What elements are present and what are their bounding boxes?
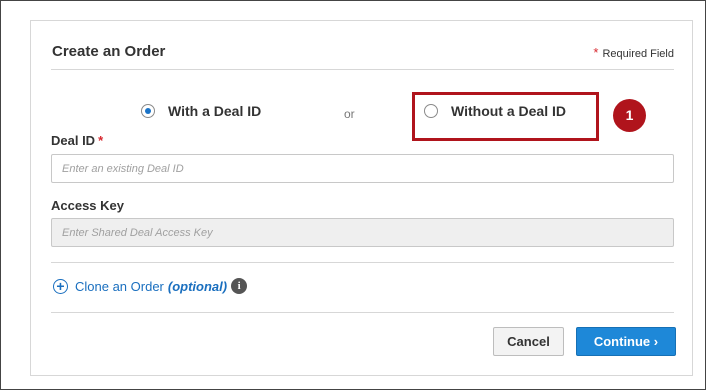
continue-button-label: Continue (593, 334, 651, 349)
deal-id-input[interactable] (51, 154, 674, 183)
chevron-right-icon: › (653, 334, 659, 349)
deal-id-label-text: Deal ID (51, 133, 96, 148)
divider (51, 69, 674, 70)
deal-id-required-star: * (98, 133, 104, 148)
highlight-box (412, 92, 599, 141)
access-key-label: Access Key (51, 198, 124, 213)
radio-with-deal-id[interactable]: With a Deal ID (141, 103, 261, 119)
clone-order-link[interactable]: + Clone an Order (optional) i (53, 278, 248, 294)
or-separator: or (344, 107, 355, 121)
continue-button[interactable]: Continue › (576, 327, 676, 356)
access-key-input (51, 218, 674, 247)
step-callout-badge: 1 (613, 99, 646, 132)
info-icon[interactable]: i (231, 278, 248, 294)
cancel-button[interactable]: Cancel (493, 327, 564, 356)
page-title: Create an Order (52, 43, 166, 60)
plus-circle-icon: + (53, 278, 68, 294)
clone-order-label: Clone an Order (75, 278, 164, 294)
required-field-text: Required Field (602, 48, 674, 60)
divider (51, 262, 674, 263)
required-field-note: * Required Field (593, 45, 674, 60)
divider (51, 312, 674, 313)
required-star: * (593, 45, 599, 60)
deal-id-label: Deal ID * (51, 133, 103, 148)
create-order-card: Create an Order * Required Field With a D… (30, 20, 693, 376)
radio-with-deal-id-label: With a Deal ID (168, 103, 262, 119)
radio-button-checked-icon[interactable] (141, 104, 155, 118)
clone-optional-label: (optional) (167, 278, 228, 294)
